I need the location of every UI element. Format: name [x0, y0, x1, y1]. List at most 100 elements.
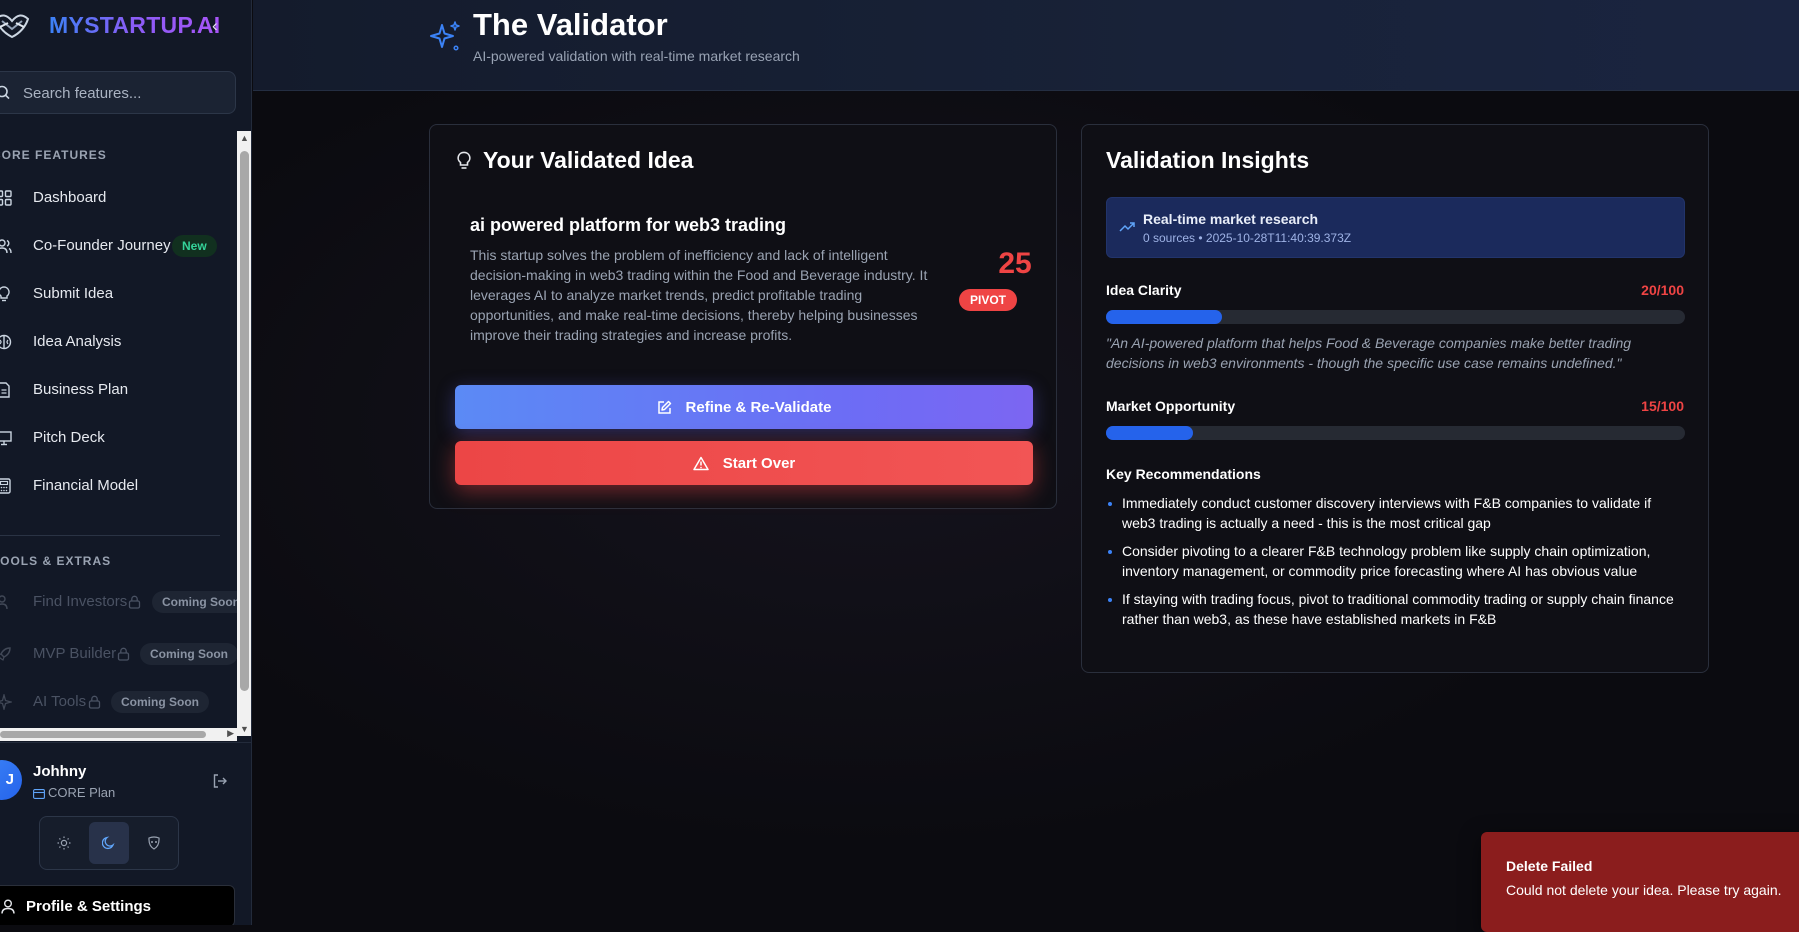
sidebar-item-find-investors: Find Investors Coming Soon [0, 582, 237, 622]
profile-settings-label: Profile & Settings [26, 898, 152, 915]
section-label-tools: TOOLS & EXTRAS [0, 554, 112, 568]
theme-light-button[interactable] [44, 822, 84, 864]
scroll-down-arrow-icon[interactable]: ▼ [239, 724, 250, 734]
sidebar: MYSTARTUP.AI ‹ CORE FEATURES Dashboard C… [0, 0, 252, 925]
theme-switcher [39, 816, 179, 870]
progress-fill-idea-clarity [1106, 310, 1222, 324]
progress-track-market-opportunity [1106, 426, 1685, 440]
sidebar-item-label: Submit Idea [33, 285, 114, 302]
user-plan: CORE Plan [33, 785, 115, 800]
card-icon [33, 789, 45, 799]
presentation-icon [0, 431, 12, 446]
progress-track-idea-clarity [1106, 310, 1685, 324]
validation-score: 25 [998, 247, 1032, 280]
theme-dark-button[interactable] [89, 822, 129, 864]
list-item: If staying with trading focus, pivot to … [1106, 589, 1685, 629]
warning-icon [692, 456, 709, 470]
toast-message: Could not delete your idea. Please try a… [1506, 882, 1782, 898]
metric-score-market-opportunity: 15/100 [1641, 398, 1684, 414]
scroll-up-arrow-icon[interactable]: ▲ [239, 133, 250, 143]
search-input[interactable] [21, 82, 221, 104]
user-plan-label: CORE Plan [48, 785, 116, 800]
coming-soon-badge: Coming Soon [111, 691, 209, 713]
list-item: Consider pivoting to a clearer F&B techn… [1106, 541, 1685, 581]
avatar[interactable]: J [0, 760, 22, 800]
lock-icon [128, 595, 141, 609]
progress-fill-market-opportunity [1106, 426, 1193, 440]
idea-description: This startup solves the problem of ineff… [470, 247, 928, 343]
sidebar-item-label: Find Investors [33, 593, 128, 610]
card-title: Validation Insights [1106, 147, 1310, 173]
idea-name: ai powered platform for web3 trading [470, 215, 787, 235]
start-over-button[interactable]: Start Over [455, 441, 1033, 485]
collapse-sidebar-button[interactable]: ‹ [212, 16, 226, 36]
logo-icon [0, 14, 30, 39]
search-box [0, 71, 236, 114]
rocket-icon [0, 647, 11, 661]
page-header: The Validator AI-powered validation with… [253, 0, 1799, 91]
brand-name: MYSTARTUP.AI [49, 12, 221, 38]
sidebar-item-label: Financial Model [33, 477, 139, 494]
theme-system-button[interactable] [134, 822, 174, 864]
lock-icon [117, 647, 130, 661]
scroll-right-arrow-icon[interactable]: ▶ [227, 728, 234, 739]
scrollbar-thumb[interactable] [240, 151, 249, 691]
sidebar-item-label: MVP Builder [33, 645, 117, 662]
grid-icon [0, 190, 12, 206]
calculator-icon [0, 478, 11, 494]
sidebar-item-label: Business Plan [33, 381, 129, 398]
research-meta: 0 sources • 2025-10-28T11:40:39.373Z [1143, 231, 1352, 245]
page-title: The Validator [473, 7, 668, 42]
user-name: Johhny [33, 763, 87, 780]
research-title: Real-time market research [1143, 211, 1319, 227]
validated-idea-card: Your Validated Idea ai powered platform … [429, 124, 1057, 509]
sun-icon [57, 836, 71, 850]
mask-icon [148, 836, 160, 850]
lock-icon [88, 695, 101, 709]
sparkle-icon [0, 694, 12, 710]
sidebar-item-label: Pitch Deck [33, 429, 105, 446]
sidebar-item-financial-model[interactable]: Financial Model [0, 466, 237, 506]
profile-settings-button[interactable]: Profile & Settings [0, 885, 235, 925]
sidebar-item-dashboard[interactable]: Dashboard [0, 178, 237, 218]
sidebar-item-business-plan[interactable]: Business Plan [0, 370, 237, 410]
section-label-core: CORE FEATURES [0, 148, 107, 162]
lightbulb-icon [457, 151, 471, 169]
user-icon [1, 899, 15, 914]
search-icon [0, 85, 10, 100]
user-panel: J Johhny CORE Plan Profile & Settings [0, 742, 251, 925]
edit-icon [657, 400, 671, 414]
moon-icon [102, 836, 115, 850]
divider [0, 535, 220, 536]
document-icon [0, 382, 10, 398]
sidebar-item-co-founder-journey[interactable]: Co-Founder Journey New [0, 226, 237, 266]
lightbulb-icon [0, 286, 10, 302]
validation-insights-card: Validation Insights Real-time market res… [1081, 124, 1709, 673]
recommendations-list: Immediately conduct customer discovery i… [1106, 493, 1685, 637]
sidebar-vertical-scrollbar[interactable]: ▲ ▼ [237, 131, 251, 736]
sidebar-item-label: AI Tools [33, 693, 87, 710]
sidebar-horizontal-scrollbar[interactable]: ▶ [0, 728, 237, 741]
scrollbar-thumb[interactable] [0, 731, 206, 738]
card-title: Your Validated Idea [483, 147, 694, 173]
logout-icon[interactable] [212, 773, 228, 789]
sparkles-icon [430, 21, 460, 51]
users-icon [0, 239, 12, 254]
sidebar-item-ai-tools: AI Tools Coming Soon [0, 682, 237, 722]
trending-up-icon [1119, 222, 1135, 232]
idea-clarity-quote: "An AI-powered platform that helps Food … [1106, 335, 1632, 371]
metric-label-idea-clarity: Idea Clarity [1106, 282, 1182, 298]
recommendations-title: Key Recommendations [1106, 466, 1261, 482]
sidebar-item-idea-analysis[interactable]: Idea Analysis [0, 322, 237, 362]
verdict-badge: PIVOT [959, 289, 1017, 311]
refine-revalidate-label: Refine & Re-Validate [685, 398, 832, 416]
coming-soon-badge: Coming Soon [152, 591, 237, 613]
page-subtitle: AI-powered validation with real-time mar… [473, 48, 800, 64]
sidebar-item-submit-idea[interactable]: Submit Idea [0, 274, 237, 314]
sidebar-item-label: Idea Analysis [33, 333, 122, 350]
sidebar-item-pitch-deck[interactable]: Pitch Deck [0, 418, 237, 458]
error-toast[interactable]: Delete Failed Could not delete your idea… [1481, 832, 1799, 932]
sidebar-item-label: Dashboard [33, 189, 107, 206]
metric-score-idea-clarity: 20/100 [1641, 282, 1684, 298]
refine-revalidate-button[interactable]: Refine & Re-Validate [455, 385, 1033, 429]
